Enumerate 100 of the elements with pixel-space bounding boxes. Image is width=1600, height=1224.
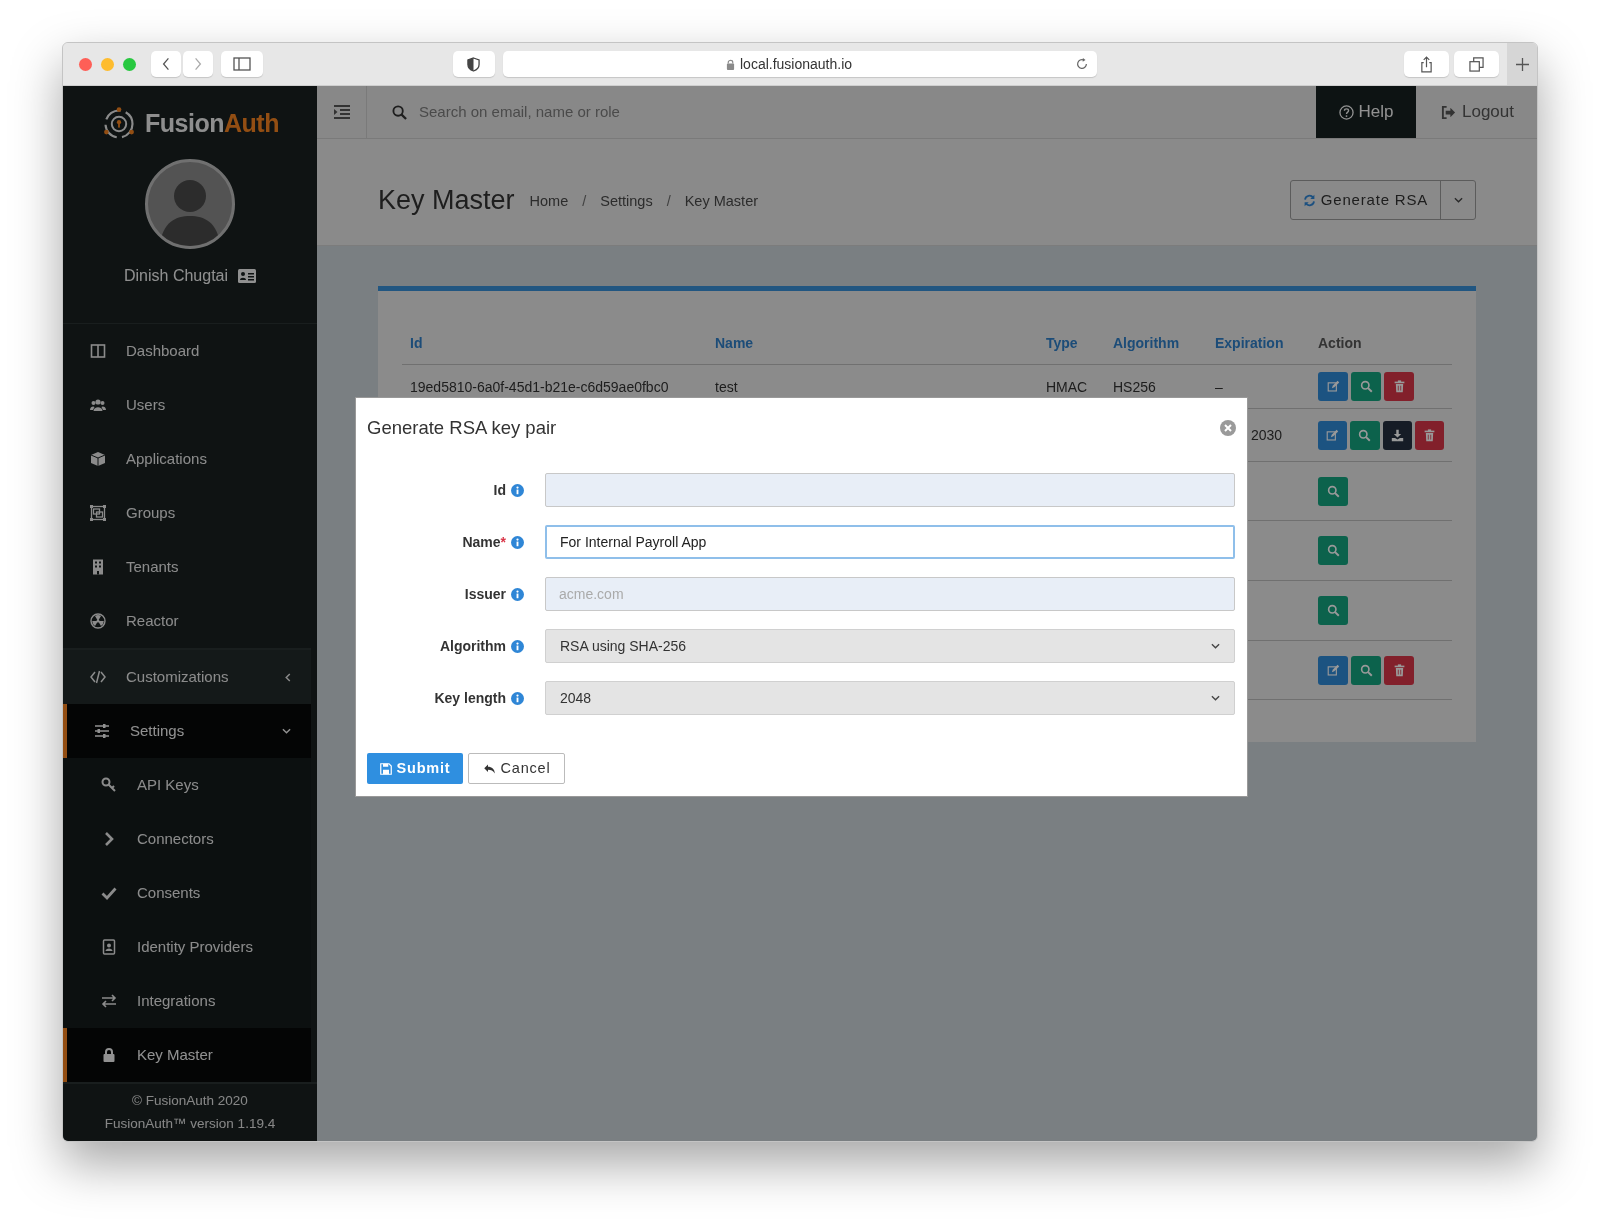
reply-icon <box>482 762 496 775</box>
field-label: Algorithm <box>439 636 506 656</box>
edit-icon <box>1326 428 1340 442</box>
chevron-down-icon <box>1211 695 1220 701</box>
lock-icon <box>101 1047 117 1063</box>
shield-icon <box>467 56 481 72</box>
edit-button[interactable] <box>1318 372 1348 401</box>
text-field[interactable]: For Internal Payroll App <box>545 525 1235 559</box>
share-icon <box>1420 55 1434 73</box>
sidebar-group[interactable]: Settings <box>63 704 311 758</box>
dropdown[interactable]: 2048 <box>545 681 1235 715</box>
edit-icon <box>1326 380 1340 393</box>
download-icon <box>1390 428 1404 442</box>
address-bar[interactable]: local.fusionauth.io <box>502 51 1098 77</box>
sidebar-toggle-button[interactable] <box>221 51 263 77</box>
sliders-icon <box>93 723 111 739</box>
sidebar-group[interactable]: Customizations <box>63 650 311 704</box>
table-cell: 19ed5810-6a0f-45d1-b21e-c6d59ae0fbc0 <box>410 378 669 395</box>
view-button[interactable] <box>1351 655 1381 685</box>
view-button[interactable] <box>1318 596 1348 625</box>
columns-icon <box>89 343 107 359</box>
forward-button[interactable] <box>183 51 213 77</box>
footer-text: © FusionAuth 2020 <box>132 1092 248 1111</box>
view-button[interactable] <box>1318 476 1348 506</box>
edit-button[interactable] <box>1318 420 1348 450</box>
table-cell: HS256 <box>1113 378 1156 395</box>
page-title: Key Master <box>378 183 515 217</box>
logo-text: FusionAuth <box>145 108 279 140</box>
dropdown[interactable]: RSA using SHA-256 <box>545 629 1235 663</box>
id-card-icon[interactable] <box>238 269 257 283</box>
column-header: Action <box>1318 334 1362 351</box>
zoom-window-button[interactable] <box>123 57 136 71</box>
sidebar-item[interactable]: Applications <box>63 432 311 486</box>
refresh-icon <box>1302 193 1316 207</box>
search-icon <box>1359 663 1373 677</box>
close-window-button[interactable] <box>79 57 92 71</box>
key-icon <box>101 777 117 793</box>
field-label: Name* <box>462 532 506 552</box>
plus-icon <box>1515 57 1529 71</box>
tabs-icon <box>1469 56 1485 72</box>
exchange-icon <box>101 993 117 1009</box>
search-field[interactable]: Search on email, name or role <box>419 100 1316 124</box>
cube-icon <box>89 451 107 467</box>
sidebar-item[interactable]: Dashboard <box>63 324 311 378</box>
help-button[interactable]: Help <box>1316 86 1416 138</box>
download-button[interactable] <box>1382 420 1412 450</box>
search-icon <box>1326 604 1340 617</box>
breadcrumb-link[interactable]: Home <box>529 191 569 213</box>
breadcrumb-separator: / <box>666 192 671 212</box>
chevron-down-icon <box>1453 197 1463 203</box>
view-button[interactable] <box>1318 536 1348 565</box>
share-button[interactable] <box>1404 51 1450 77</box>
delete-button[interactable] <box>1384 655 1414 685</box>
table-cell: test <box>715 378 738 395</box>
close-icon[interactable] <box>1220 420 1236 436</box>
sidebar-item[interactable]: Groups <box>63 486 311 540</box>
field-label: Key length <box>434 688 506 708</box>
sidebar-item[interactable]: Users <box>63 378 311 432</box>
new-tab-button[interactable] <box>1507 43 1537 85</box>
modal-title: Generate RSA key pair <box>367 416 557 441</box>
submit-button[interactable]: Submit <box>367 753 463 784</box>
menu-icon <box>332 105 351 119</box>
text-field[interactable] <box>545 473 1235 507</box>
info-icon[interactable] <box>511 639 524 653</box>
sidebar-item[interactable]: Tenants <box>63 540 311 594</box>
id-badge-icon <box>101 939 117 955</box>
privacy-button[interactable] <box>452 51 495 77</box>
sidebar-item[interactable]: Reactor <box>63 594 311 648</box>
trash-icon <box>1422 428 1436 442</box>
chevron-right-icon <box>194 57 202 71</box>
sidebar-icon <box>232 57 251 71</box>
delete-button[interactable] <box>1414 420 1444 450</box>
lock-icon <box>726 58 735 70</box>
search-icon <box>1359 380 1373 393</box>
tabs-button[interactable] <box>1454 51 1500 77</box>
info-icon[interactable] <box>511 535 524 549</box>
delete-button[interactable] <box>1384 372 1414 401</box>
logout-button[interactable]: Logout <box>1416 86 1537 138</box>
search-icon <box>1358 428 1372 442</box>
sidebar-item[interactable]: Key Master <box>63 1028 311 1082</box>
edit-icon <box>1326 663 1340 677</box>
question-icon <box>1338 104 1354 120</box>
edit-button[interactable] <box>1318 655 1348 685</box>
table-cell: 2030 <box>1251 427 1283 443</box>
info-icon[interactable] <box>511 587 524 601</box>
radiation-icon <box>89 613 107 629</box>
info-icon[interactable] <box>511 691 524 705</box>
info-icon[interactable] <box>511 483 524 497</box>
search-icon <box>392 104 407 120</box>
view-button[interactable] <box>1351 372 1381 401</box>
back-button[interactable] <box>151 51 181 77</box>
trash-icon <box>1392 380 1406 393</box>
chevron-down-icon <box>282 728 291 734</box>
breadcrumb-link[interactable]: Key Master <box>684 191 759 213</box>
search-icon <box>1326 544 1340 557</box>
text-field[interactable]: acme.com <box>545 577 1235 611</box>
cancel-button[interactable]: Cancel <box>468 753 565 784</box>
sign-out-icon <box>1441 104 1456 120</box>
breadcrumb-link[interactable]: Settings <box>600 191 653 213</box>
reload-icon[interactable] <box>1075 57 1090 71</box>
